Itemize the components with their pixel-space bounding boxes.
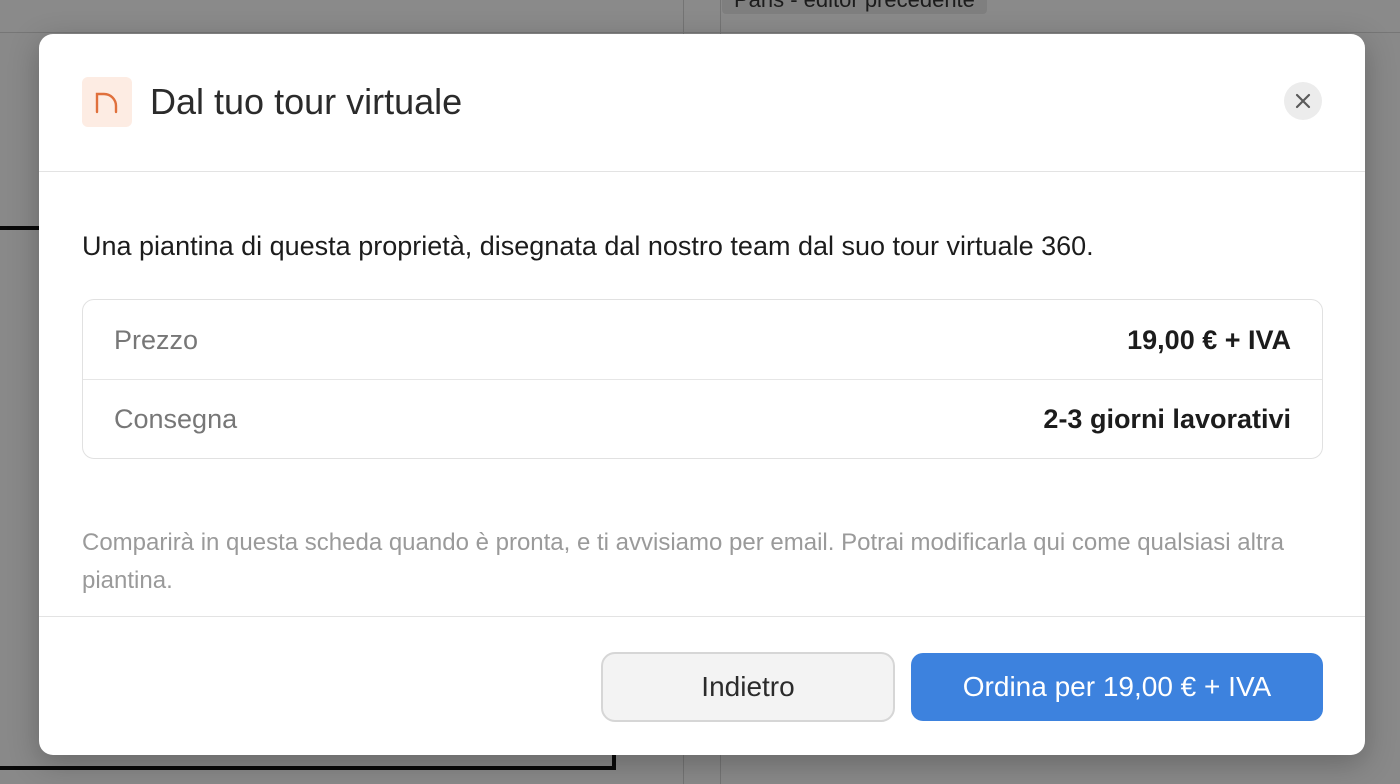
dialog-description: Una piantina di questa proprietà, disegn… bbox=[82, 231, 1094, 261]
dialog-footer: Indietro Ordina per 19,00 € + IVA bbox=[39, 616, 1365, 755]
dialog-note: Comparirà in questa scheda quando è pron… bbox=[82, 529, 1284, 594]
close-icon bbox=[1295, 93, 1311, 109]
dialog-title: Dal tuo tour virtuale bbox=[150, 81, 463, 122]
delivery-label: Consegna bbox=[114, 404, 238, 434]
price-row: Prezzo 19,00 € + IVA bbox=[83, 300, 1322, 380]
price-label: Prezzo bbox=[114, 325, 199, 355]
order-button[interactable]: Ordina per 19,00 € + IVA bbox=[911, 653, 1323, 721]
dialog-header: Dal tuo tour virtuale bbox=[39, 34, 1365, 172]
delivery-row: Consegna 2-3 giorni lavorativi bbox=[83, 379, 1322, 458]
floorplan-arch-icon bbox=[82, 77, 132, 127]
back-button[interactable]: Indietro bbox=[601, 652, 895, 722]
delivery-value: 2-3 giorni lavorativi bbox=[1043, 404, 1291, 434]
close-button[interactable] bbox=[1284, 82, 1322, 120]
order-floorplan-dialog: Dal tuo tour virtuale Una piantina di qu… bbox=[39, 34, 1365, 755]
price-value: 19,00 € + IVA bbox=[1127, 325, 1291, 355]
order-details-table: Prezzo 19,00 € + IVA Consegna 2-3 giorni… bbox=[82, 299, 1323, 459]
